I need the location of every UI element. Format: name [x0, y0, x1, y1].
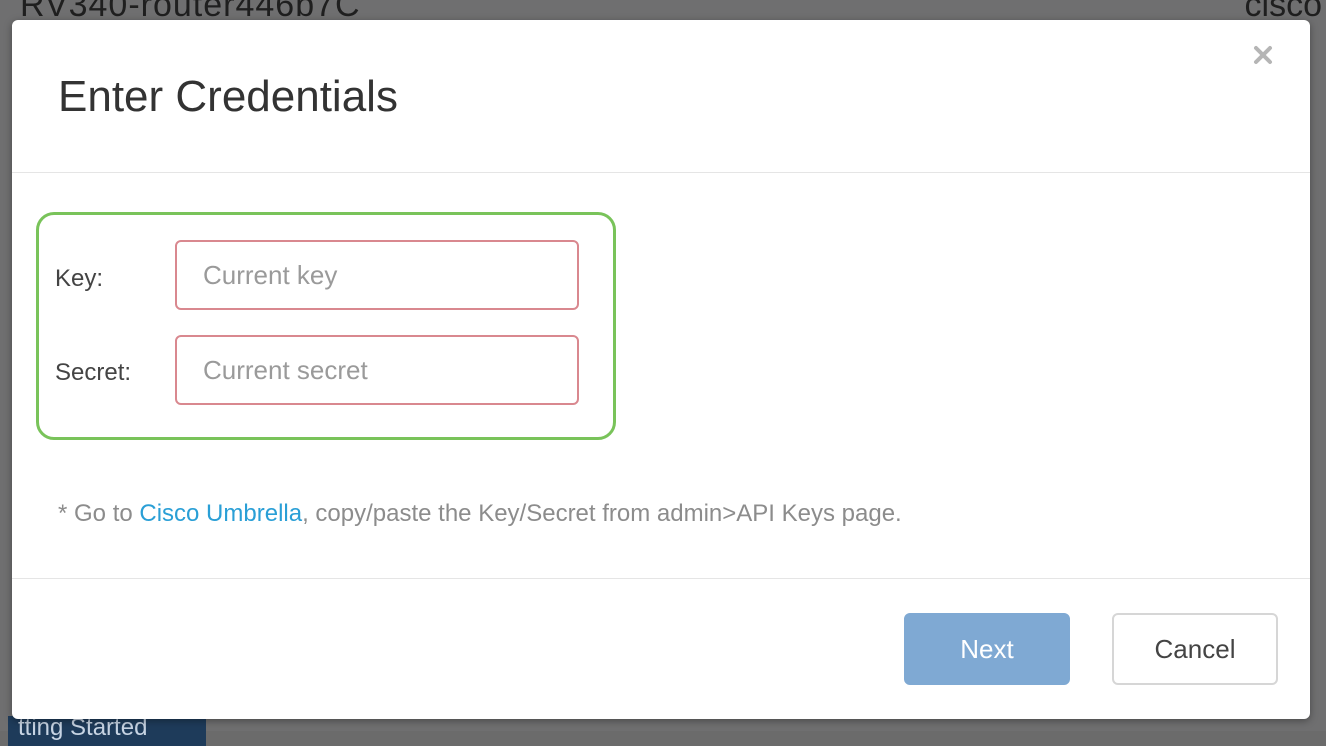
dialog-header: Enter Credentials: [12, 20, 1310, 173]
credentials-highlight-box: Key: Secret:: [36, 212, 616, 440]
secret-label: Secret:: [55, 359, 132, 386]
key-input[interactable]: [175, 240, 579, 310]
help-note-prefix: * Go to: [58, 500, 140, 527]
next-button[interactable]: Next: [904, 613, 1070, 685]
secret-input[interactable]: [175, 335, 579, 405]
dialog-footer: Next Cancel: [12, 578, 1310, 720]
key-label: Key:: [55, 265, 104, 292]
cancel-button[interactable]: Cancel: [1112, 613, 1278, 685]
cisco-umbrella-link[interactable]: Cisco Umbrella: [139, 500, 302, 527]
dialog-title: Enter Credentials: [58, 72, 398, 121]
help-note: * Go to Cisco Umbrella, copy/paste the K…: [58, 500, 902, 528]
close-icon: [1254, 46, 1272, 64]
help-note-suffix: , copy/paste the Key/Secret from admin>A…: [302, 500, 902, 527]
credentials-dialog: Enter Credentials Key: Secret: * Go to C…: [12, 20, 1310, 719]
getting-started-tab[interactable]: tting Started: [8, 716, 206, 746]
close-button[interactable]: [1250, 42, 1276, 68]
